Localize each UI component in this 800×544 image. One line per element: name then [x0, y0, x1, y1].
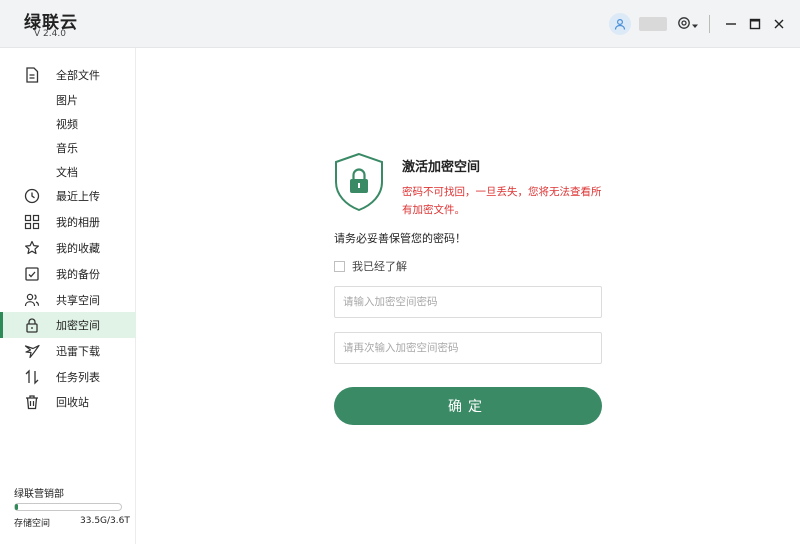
settings-icon [677, 15, 691, 34]
confirm-password-input[interactable] [334, 332, 602, 364]
confirm-button[interactable]: 确定 [334, 387, 602, 425]
sidebar-item-backups[interactable]: 我的备份 [0, 261, 136, 287]
username-blurred[interactable] [639, 17, 667, 31]
file-icon [24, 67, 40, 83]
sidebar-item-label: 我的备份 [56, 268, 100, 281]
minimize-icon[interactable] [720, 13, 742, 35]
chevron-down-icon [691, 15, 699, 34]
encrypted-space-panel: 激活加密空间 密码不可找回，一旦丢失，您将无法查看所有加密文件。 请务必妥善保管… [136, 48, 800, 544]
sidebar-item-images[interactable]: 图片 [0, 87, 136, 111]
sidebar-item-xunlei-download[interactable]: 迅雷下载 [0, 338, 136, 364]
clock-icon [24, 188, 40, 204]
title-bar-controls [609, 12, 790, 36]
backup-icon [24, 266, 40, 282]
users-icon [24, 292, 40, 308]
sidebar-item-label: 任务列表 [56, 371, 100, 384]
sidebar-item-label: 音乐 [56, 142, 78, 155]
sidebar-item-videos[interactable]: 视频 [0, 111, 136, 135]
sidebar-item-all-files[interactable]: 全部文件 [0, 62, 136, 88]
sidebar-item-shared-space[interactable]: 共享空间 [0, 287, 136, 313]
title-bar: 绿联云 V 2.4.0 [0, 0, 800, 48]
sidebar-item-label: 最近上传 [56, 190, 100, 203]
sidebar-item-label: 全部文件 [56, 69, 100, 82]
close-icon[interactable] [768, 13, 790, 35]
sidebar-item-label: 图片 [56, 94, 78, 107]
warning-text: 密码不可找回，一旦丢失，您将无法查看所有加密文件。 [402, 186, 602, 216]
sidebar: 全部文件 图片 视频 音乐 文档 最近上传 我的相册 我的收藏 我的备份 共享空… [0, 48, 136, 544]
sidebar-item-music[interactable]: 音乐 [0, 135, 136, 159]
sidebar-item-encrypted-space[interactable]: 加密空间 [0, 312, 136, 338]
grid-icon [24, 214, 40, 230]
sidebar-item-label: 我的相册 [56, 216, 100, 229]
trash-icon [24, 394, 40, 410]
password-note: 请务必妥善保管您的密码！ [334, 232, 466, 245]
separator [709, 15, 710, 33]
sidebar-item-label: 文档 [56, 166, 78, 179]
sidebar-item-label: 我的收藏 [56, 242, 100, 255]
sidebar-item-documents[interactable]: 文档 [0, 159, 136, 183]
sidebar-item-label: 视频 [56, 118, 78, 131]
storage-value: 33.5G/3.6T [80, 516, 130, 526]
storage-owner: 绿联营销部 [14, 489, 64, 500]
acknowledge-checkbox-row[interactable]: 我已经了解 [334, 258, 407, 274]
sidebar-item-label: 共享空间 [56, 294, 100, 307]
shield-lock-icon [335, 152, 383, 212]
page-title: 激活加密空间 [402, 160, 481, 175]
sidebar-item-recent-uploads[interactable]: 最近上传 [0, 183, 136, 209]
sidebar-item-label: 回收站 [56, 396, 89, 409]
sidebar-item-task-list[interactable]: 任务列表 [0, 364, 136, 390]
app-window: 绿联云 V 2.4.0 全部文件 图片 视频 音乐 文档 最近上传 我的相册 我… [0, 0, 800, 544]
app-version: V 2.4.0 [34, 29, 66, 39]
password-input[interactable] [334, 286, 602, 318]
sidebar-item-favorites[interactable]: 我的收藏 [0, 235, 136, 261]
sidebar-item-albums[interactable]: 我的相册 [0, 209, 136, 235]
storage-progress-bar [14, 503, 122, 511]
storage-progress-fill [15, 504, 19, 510]
maximize-icon[interactable] [744, 13, 766, 35]
sidebar-item-label: 迅雷下载 [56, 345, 100, 358]
transfer-icon [24, 369, 40, 385]
storage-label: 存储空间 [14, 519, 51, 529]
sidebar-item-recycle-bin[interactable]: 回收站 [0, 389, 136, 415]
settings-menu-button[interactable] [677, 15, 699, 34]
user-icon[interactable] [609, 13, 631, 35]
star-icon [24, 240, 40, 256]
bird-icon [24, 343, 40, 359]
acknowledge-label[interactable]: 我已经了解 [352, 258, 407, 274]
sidebar-item-label: 加密空间 [56, 319, 100, 332]
acknowledge-checkbox[interactable] [334, 260, 345, 272]
lock-icon [24, 317, 40, 333]
